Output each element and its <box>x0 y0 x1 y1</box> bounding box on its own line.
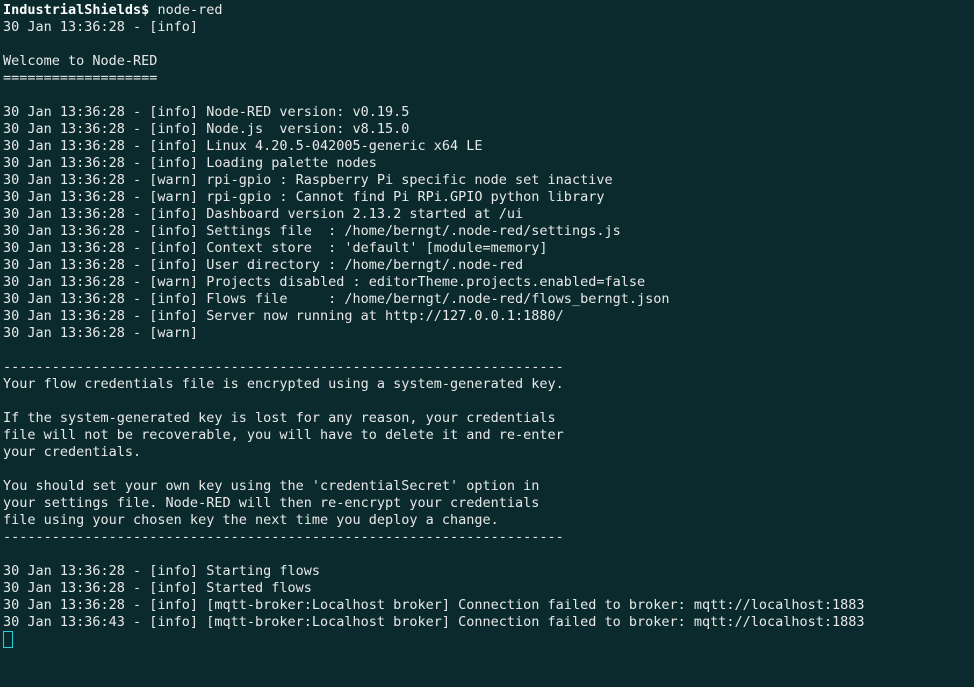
prompt-command: node-red <box>157 2 222 18</box>
terminal-line: 30 Jan 13:36:28 - [warn] rpi-gpio : Cann… <box>3 189 604 205</box>
terminal-line: 30 Jan 13:36:28 - [info] Context store :… <box>3 240 548 256</box>
terminal-line: 30 Jan 13:36:28 - [warn] rpi-gpio : Rasp… <box>3 172 613 188</box>
terminal-line: 30 Jan 13:36:28 - [info] Loading palette… <box>3 155 377 171</box>
terminal-line: 30 Jan 13:36:28 - [info] Node.js version… <box>3 121 409 137</box>
terminal-line: ----------------------------------------… <box>3 529 564 545</box>
terminal-line: 30 Jan 13:36:28 - [warn] <box>3 325 206 341</box>
terminal-line: 30 Jan 13:36:28 - [info] Settings file :… <box>3 223 621 239</box>
terminal-line: 30 Jan 13:36:28 - [info] Server now runn… <box>3 308 564 324</box>
terminal-line: 30 Jan 13:36:28 - [info] Flows file : /h… <box>3 291 669 307</box>
terminal-line: 30 Jan 13:36:28 - [info] Dashboard versi… <box>3 206 523 222</box>
terminal-cursor <box>3 631 13 648</box>
terminal-line: 30 Jan 13:36:28 - [info] Node-RED versio… <box>3 104 409 120</box>
terminal-line: Your flow credentials file is encrypted … <box>3 376 564 392</box>
terminal-line: Welcome to Node-RED <box>3 53 157 69</box>
terminal-line: 30 Jan 13:36:28 - [info] Linux 4.20.5-04… <box>3 138 483 154</box>
terminal-line: 30 Jan 13:36:28 - [info] Starting flows <box>3 563 320 579</box>
terminal-line: 30 Jan 13:36:28 - [info] [mqtt-broker:Lo… <box>3 597 865 613</box>
terminal-line: file will not be recoverable, you will h… <box>3 427 564 443</box>
terminal-line: your settings file. Node-RED will then r… <box>3 495 539 511</box>
prompt-sep: $ <box>141 2 149 18</box>
terminal-line: =================== <box>3 70 157 86</box>
terminal-line: 30 Jan 13:36:28 - [info] User directory … <box>3 257 523 273</box>
terminal-line: ----------------------------------------… <box>3 359 564 375</box>
prompt-user: IndustrialShields <box>3 2 141 18</box>
terminal-line: file using your chosen key the next time… <box>3 512 499 528</box>
terminal-line: You should set your own key using the 'c… <box>3 478 539 494</box>
terminal-line: 30 Jan 13:36:28 - [info] Started flows <box>3 580 312 596</box>
terminal-line: 30 Jan 13:36:28 - [warn] Projects disabl… <box>3 274 645 290</box>
terminal-line: If the system-generated key is lost for … <box>3 410 556 426</box>
terminal-line: 30 Jan 13:36:28 - [info] <box>3 19 206 35</box>
terminal-output[interactable]: IndustrialShields$ node-red 30 Jan 13:36… <box>0 0 974 650</box>
terminal-line: your credentials. <box>3 444 141 460</box>
terminal-line: 30 Jan 13:36:43 - [info] [mqtt-broker:Lo… <box>3 614 865 630</box>
